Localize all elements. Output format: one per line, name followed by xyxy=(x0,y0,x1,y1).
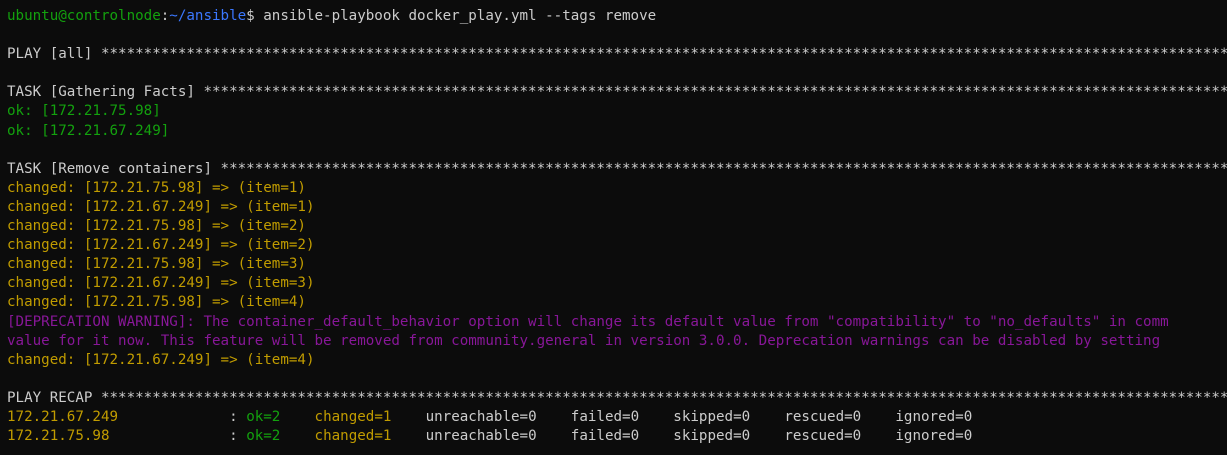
prompt-dollar: $ xyxy=(246,8,255,24)
remove-result-line: changed: [172.21.75.98] => (item=4) xyxy=(7,294,306,311)
remove-result-line: changed: [172.21.67.249] => (item=4) xyxy=(7,351,315,368)
play-recap-header: PLAY RECAP *****************************… xyxy=(7,389,1227,406)
task-remove-containers-header: TASK [Remove containers] ***************… xyxy=(7,160,1227,177)
task-gathering-facts-header: TASK [Gathering Facts] *****************… xyxy=(7,84,1227,101)
deprecation-warning-line: value for it now. This feature will be r… xyxy=(7,332,1161,349)
recap-gap xyxy=(280,428,314,444)
recap-separator: : xyxy=(229,428,247,445)
remove-result-line: changed: [172.21.75.98] => (item=3) xyxy=(7,256,306,273)
command-text: ansible-playbook docker_play.yml --tags … xyxy=(254,8,657,24)
remove-result-line: changed: [172.21.67.249] => (item=3) xyxy=(7,275,315,292)
recap-ok-count: ok=2 xyxy=(246,408,281,425)
recap-host: 172.21.67.249 xyxy=(7,408,230,425)
gather-result-line: ok: [172.21.67.249] xyxy=(7,122,170,139)
recap-row: 172.21.75.98 : ok=2 changed=1 unreachabl… xyxy=(7,427,1227,446)
recap-separator: : xyxy=(229,408,247,425)
remove-result-line: changed: [172.21.75.98] => (item=2) xyxy=(7,218,306,235)
recap-other-counts: unreachable=0 failed=0 skipped=0 rescued… xyxy=(391,408,973,425)
remove-result-line: changed: [172.21.67.249] => (item=2) xyxy=(7,237,315,254)
gather-result-line: ok: [172.21.75.98] xyxy=(7,103,161,120)
recap-row: 172.21.67.249 : ok=2 changed=1 unreachab… xyxy=(7,408,1227,427)
prompt-user-host: ubuntu@controlnode xyxy=(7,8,161,24)
recap-changed-count: changed=1 xyxy=(314,428,392,445)
play-header: PLAY [all] *****************************… xyxy=(7,46,1227,63)
prompt-colon: : xyxy=(160,8,170,24)
remove-result-line: changed: [172.21.75.98] => (item=1) xyxy=(7,179,306,196)
remove-result-line: changed: [172.21.67.249] => (item=1) xyxy=(7,198,315,215)
terminal-window[interactable]: ubuntu@controlnode:~/ansible$ ansible-pl… xyxy=(0,0,1227,455)
command-prompt-line: ubuntu@controlnode:~/ansible$ ansible-pl… xyxy=(7,7,1227,26)
recap-other-counts: unreachable=0 failed=0 skipped=0 rescued… xyxy=(391,428,973,445)
recap-host: 172.21.75.98 xyxy=(7,428,230,445)
prompt-path: ~/ansible xyxy=(169,8,247,24)
deprecation-warning-line: [DEPRECATION WARNING]: The container_def… xyxy=(7,313,1169,330)
recap-gap xyxy=(280,409,314,425)
recap-ok-count: ok=2 xyxy=(246,428,281,445)
recap-changed-count: changed=1 xyxy=(314,408,392,425)
